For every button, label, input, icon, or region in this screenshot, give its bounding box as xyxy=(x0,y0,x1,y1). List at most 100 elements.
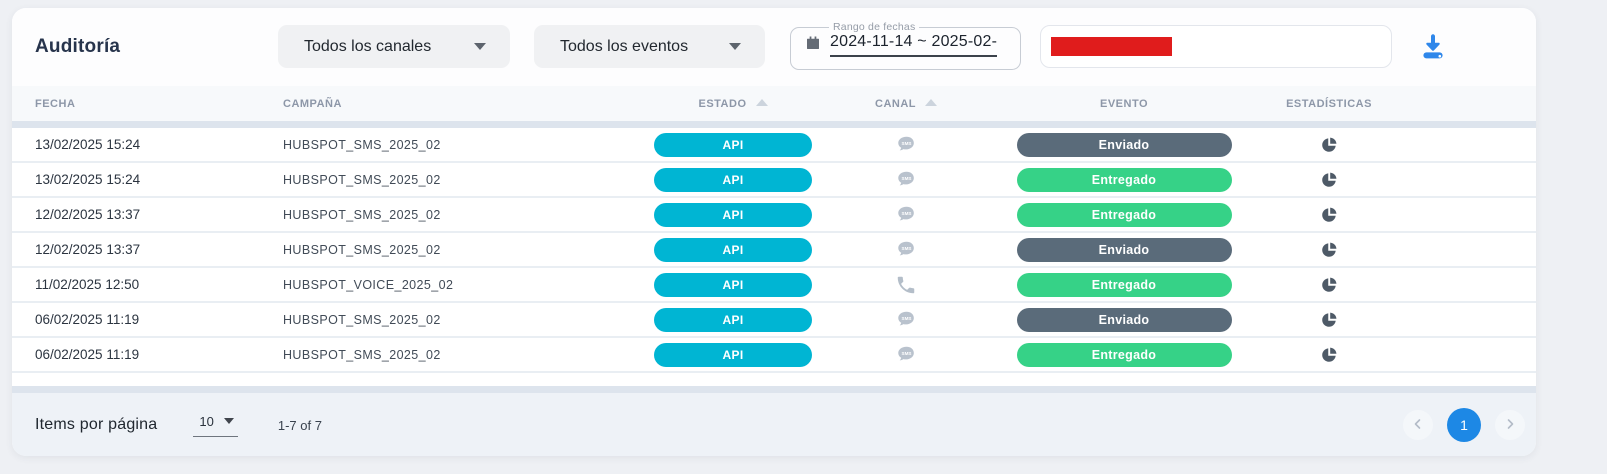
cell-estado: API xyxy=(653,238,813,262)
table-row[interactable]: 13/02/2025 15:24HUBSPOT_SMS_2025_02API SM… xyxy=(12,128,1536,163)
table-row[interactable]: 13/02/2025 15:24HUBSPOT_SMS_2025_02APISM… xyxy=(12,163,1536,198)
table-row[interactable]: 11/02/2025 12:50HUBSPOT_VOICE_2025_02API… xyxy=(12,268,1536,303)
column-header-evento[interactable]: EVENTO xyxy=(999,98,1249,110)
estado-badge: API xyxy=(654,308,812,332)
evento-badge: Enviado xyxy=(1017,308,1232,332)
estado-badge: API xyxy=(654,238,812,262)
cell-campana: HUBSPOT_SMS_2025_02 xyxy=(283,173,653,187)
column-label: ESTADO xyxy=(698,98,746,110)
column-header-canal[interactable]: CANAL xyxy=(813,98,999,110)
sms-icon: SMS xyxy=(895,204,918,226)
cell-estadisticas xyxy=(1249,241,1409,259)
cell-canal: SMS xyxy=(813,204,999,226)
svg-text:SMS: SMS xyxy=(901,315,911,320)
cell-campana: HUBSPOT_SMS_2025_02 xyxy=(283,208,653,222)
redacted-value xyxy=(1051,37,1172,56)
channels-filter-value: Todos los canales xyxy=(304,38,448,56)
estado-badge: API xyxy=(654,273,812,297)
table-row[interactable]: 12/02/2025 13:37HUBSPOT_SMS_2025_02API SM… xyxy=(12,233,1536,268)
pie-chart-icon[interactable] xyxy=(1320,346,1338,364)
download-icon xyxy=(1417,30,1449,65)
evento-badge: Entregado xyxy=(1017,273,1232,297)
cell-evento: Entregado xyxy=(999,168,1249,192)
evento-badge: Enviado xyxy=(1017,238,1232,262)
svg-text:SMS: SMS xyxy=(901,350,911,355)
audit-card: Auditoría Todos los canales Todos los ev… xyxy=(12,8,1536,456)
column-header-estadisticas[interactable]: ESTADÍSTICAS xyxy=(1249,98,1409,110)
evento-badge: Entregado xyxy=(1017,203,1232,227)
cell-estado: API xyxy=(653,308,813,332)
svg-text:SMS: SMS xyxy=(901,210,911,215)
estado-badge: API xyxy=(654,168,812,192)
svg-text:SMS: SMS xyxy=(901,245,911,250)
svg-text:SMS: SMS xyxy=(901,140,911,145)
pie-chart-icon[interactable] xyxy=(1320,276,1338,294)
pie-chart-icon[interactable] xyxy=(1320,311,1338,329)
sms-icon: SMS xyxy=(895,134,918,156)
chevron-right-icon xyxy=(1504,418,1516,433)
sms-icon: SMS xyxy=(895,239,918,261)
pie-chart-icon[interactable] xyxy=(1320,136,1338,154)
pie-chart-icon[interactable] xyxy=(1320,206,1338,224)
items-per-page-label: Items por página xyxy=(35,416,157,434)
items-per-page-select[interactable]: 10 xyxy=(193,414,237,437)
cell-estado: API xyxy=(653,273,813,297)
chevron-down-icon xyxy=(729,43,741,50)
cell-estadisticas xyxy=(1249,346,1409,364)
column-header-campana[interactable]: CAMPAÑA xyxy=(283,98,653,110)
table-row[interactable]: 12/02/2025 13:37HUBSPOT_SMS_2025_02API SM… xyxy=(12,198,1536,233)
previous-page-button[interactable] xyxy=(1403,410,1433,440)
svg-text:SMS: SMS xyxy=(901,175,911,180)
date-range-field[interactable]: Rango de fechas 2024-11-14 ~ 2025-02- xyxy=(790,21,1021,70)
table-body: 13/02/2025 15:24HUBSPOT_SMS_2025_02APISM… xyxy=(12,128,1536,373)
estado-badge: API xyxy=(654,133,812,157)
estado-badge: API xyxy=(654,343,812,367)
evento-badge: Enviado xyxy=(1017,133,1232,157)
header-divider xyxy=(12,121,1536,128)
filter-bar: Auditoría Todos los canales Todos los ev… xyxy=(12,8,1536,86)
cell-fecha: 11/02/2025 12:50 xyxy=(35,277,283,292)
search-input[interactable] xyxy=(1040,25,1392,68)
cell-campana: HUBSPOT_SMS_2025_02 xyxy=(283,243,653,257)
events-filter-value: Todos los eventos xyxy=(560,38,703,56)
page-1-button[interactable]: 1 xyxy=(1447,408,1481,442)
events-filter-dropdown[interactable]: Todos los eventos xyxy=(534,25,765,68)
cell-evento: Entregado xyxy=(999,203,1249,227)
cell-evento: Enviado xyxy=(999,238,1249,262)
pagination-range: 1-7 of 7 xyxy=(278,418,322,433)
cell-canal: SMS xyxy=(813,239,999,261)
cell-evento: Enviado xyxy=(999,308,1249,332)
pie-chart-icon[interactable] xyxy=(1320,241,1338,259)
column-label: CAMPAÑA xyxy=(283,98,342,110)
cell-estadisticas xyxy=(1249,276,1409,294)
cell-fecha: 12/02/2025 13:37 xyxy=(35,207,283,222)
pie-chart-icon[interactable] xyxy=(1320,171,1338,189)
cell-campana: HUBSPOT_SMS_2025_02 xyxy=(283,313,653,327)
column-label: EVENTO xyxy=(1100,98,1148,110)
pager: 1 xyxy=(1403,408,1525,442)
column-header-fecha[interactable]: FECHA xyxy=(35,98,283,110)
cell-campana: HUBSPOT_SMS_2025_02 xyxy=(283,138,653,152)
cell-fecha: 13/02/2025 15:24 xyxy=(35,137,283,152)
cell-estadisticas xyxy=(1249,311,1409,329)
table-header: FECHA CAMPAÑA ESTADO CANAL EVENTO ESTADÍ… xyxy=(12,86,1536,121)
channels-filter-dropdown[interactable]: Todos los canales xyxy=(278,25,510,68)
cell-estado: API xyxy=(653,168,813,192)
calendar-icon xyxy=(805,34,821,57)
next-page-button[interactable] xyxy=(1495,410,1525,440)
download-button[interactable] xyxy=(1416,30,1450,64)
estado-badge: API xyxy=(654,203,812,227)
cell-fecha: 12/02/2025 13:37 xyxy=(35,242,283,257)
cell-canal xyxy=(813,274,999,296)
cell-evento: Entregado xyxy=(999,273,1249,297)
footer-divider xyxy=(12,386,1536,393)
items-per-page-value: 10 xyxy=(199,414,213,429)
evento-badge: Entregado xyxy=(1017,168,1232,192)
evento-badge: Entregado xyxy=(1017,343,1232,367)
table-row[interactable]: 06/02/2025 11:19HUBSPOT_SMS_2025_02APISM… xyxy=(12,338,1536,373)
phone-icon xyxy=(895,274,917,296)
column-header-estado[interactable]: ESTADO xyxy=(653,98,813,110)
cell-evento: Enviado xyxy=(999,133,1249,157)
table-row[interactable]: 06/02/2025 11:19HUBSPOT_SMS_2025_02APISM… xyxy=(12,303,1536,338)
cell-canal: SMS xyxy=(813,309,999,331)
